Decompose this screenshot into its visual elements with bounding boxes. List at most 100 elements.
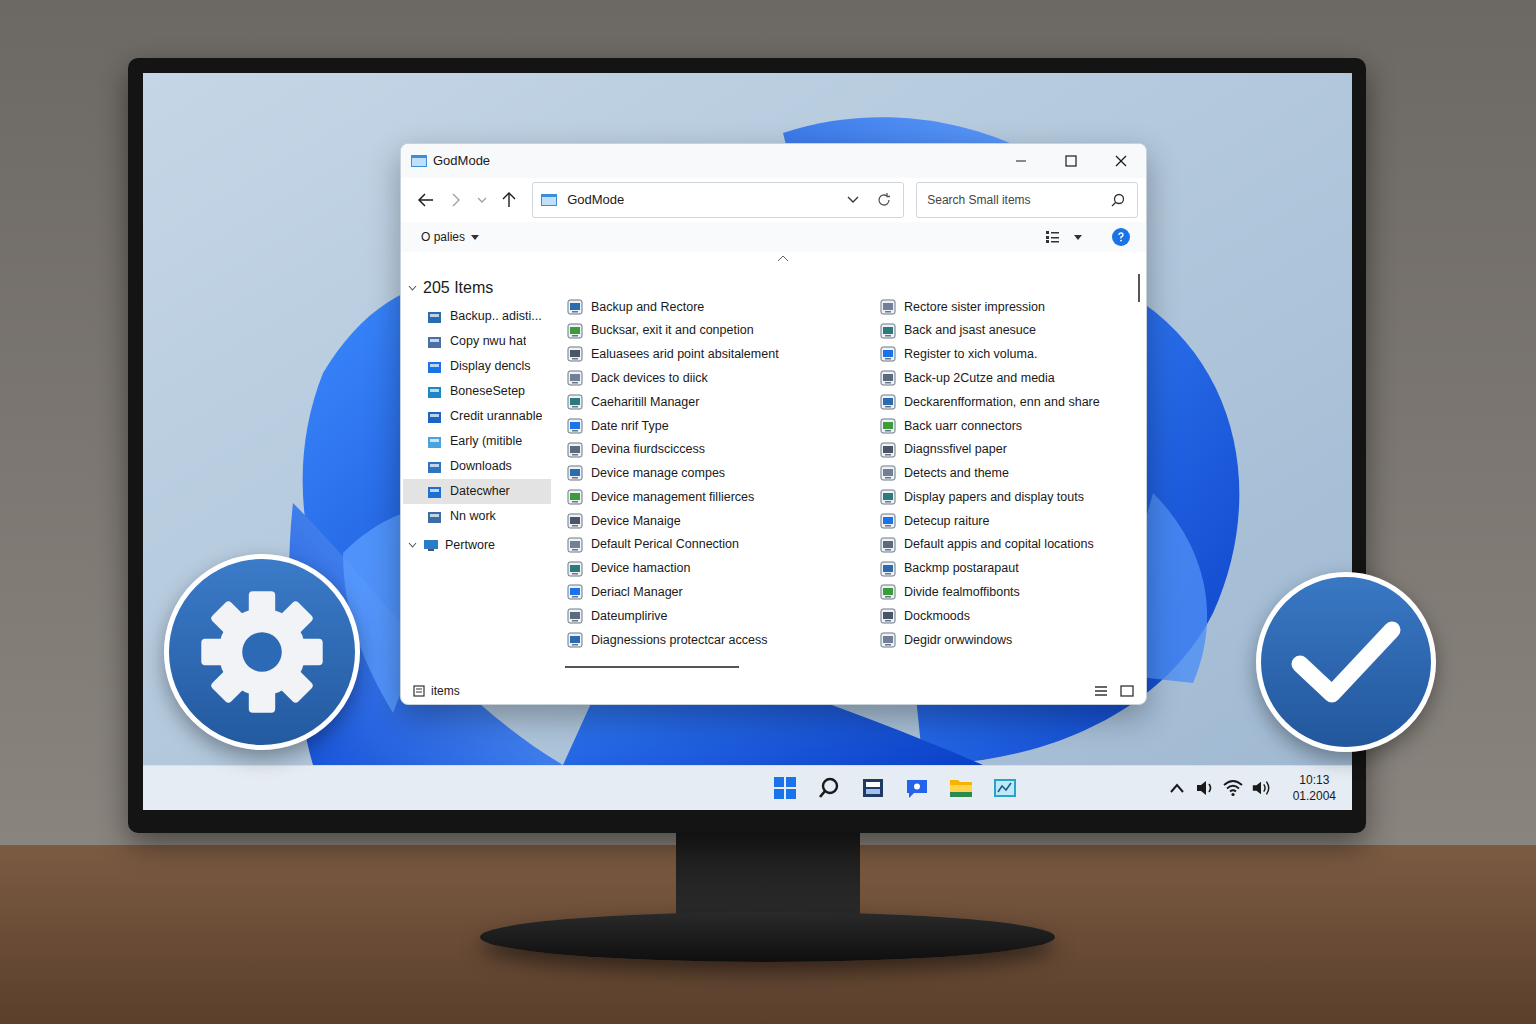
control-panel-item-icon [880, 584, 896, 600]
sidebar-item[interactable]: Nn work [403, 504, 551, 529]
control-panel-item[interactable]: Dockmoods [880, 604, 1134, 628]
settings-badge [164, 554, 360, 750]
control-panel-item[interactable]: Date nrif Type [567, 414, 880, 438]
control-panel-item[interactable]: Register to xich voluma. [880, 343, 1134, 367]
control-panel-item[interactable]: Ealuasees arid point absitalement [567, 343, 880, 367]
taskbar: 10:1301.2004 [143, 765, 1352, 810]
control-panel-item[interactable]: Back uarr connectors [880, 414, 1134, 438]
control-panel-item[interactable]: Devina fiurdsciccess [567, 438, 880, 462]
control-panel-item-icon [567, 323, 583, 339]
control-panel-item[interactable]: Default appis and copital locations [880, 533, 1134, 557]
details-view-icon[interactable] [1094, 685, 1108, 697]
control-panel-item[interactable]: Device Manaige [567, 509, 880, 533]
control-panel-item[interactable]: Deriacl Manager [567, 581, 880, 605]
maximize-icon[interactable] [1046, 144, 1096, 178]
folder-icon[interactable] [949, 776, 973, 800]
control-panel-item[interactable]: Default Perical Connection [567, 533, 880, 557]
expand-chevron-icon[interactable] [407, 283, 417, 293]
control-panel-item-label: Device manage compes [591, 464, 725, 483]
control-panel-item[interactable]: Diagnessions protectcar access [567, 628, 880, 652]
control-panel-item[interactable]: Device management fillierces [567, 485, 880, 509]
help-icon[interactable] [1112, 228, 1130, 246]
control-panel-item-label: Devina fiurdsciccess [591, 440, 705, 459]
folder-icon [426, 334, 442, 350]
sidebar-item[interactable]: Display dencls [403, 354, 551, 379]
search-box[interactable] [916, 182, 1138, 218]
clock-time: 10:13 [1299, 772, 1329, 788]
sidebar-item[interactable]: Copy nwu hat [403, 329, 551, 354]
tray-chevron-icon[interactable] [1167, 778, 1187, 798]
recent-icon[interactable] [475, 189, 491, 211]
control-panel-item[interactable]: Detects and theme [880, 462, 1134, 486]
scrollbar-thumb[interactable] [1138, 274, 1140, 302]
control-panel-item[interactable]: Diagnssfivel paper [880, 438, 1134, 462]
control-panel-item-label: Device hamaction [591, 559, 690, 578]
close-icon[interactable] [1096, 144, 1146, 178]
volume-icon[interactable] [1251, 778, 1271, 798]
control-panel-item[interactable]: Bucksar, exit it and conpetion [567, 319, 880, 343]
control-panel-item[interactable]: Device manage compes [567, 462, 880, 486]
start-icon[interactable] [773, 776, 797, 800]
control-panel-item-icon [880, 489, 896, 505]
control-panel-item[interactable]: Deckarenfformation, enn and share [880, 390, 1134, 414]
task-view-icon[interactable] [861, 776, 885, 800]
dropdown-icon[interactable] [847, 196, 863, 204]
sidebar-item[interactable]: Downloads [403, 454, 551, 479]
minimize-icon[interactable] [996, 144, 1046, 178]
sidebar-item[interactable]: BoneseSetep [403, 379, 551, 404]
control-panel-item-icon [880, 323, 896, 339]
control-panel-item-icon [880, 418, 896, 434]
control-panel-item[interactable]: Caeharitill Manager [567, 390, 880, 414]
control-panel-item-icon [567, 418, 583, 434]
control-panel-item[interactable]: Back-up 2Cutze and media [880, 366, 1134, 390]
control-panel-item[interactable]: Degidr orwwindows [880, 628, 1134, 652]
control-panel-item-icon [567, 442, 583, 458]
sidebar-item[interactable]: Backup.. adisti... [403, 304, 551, 329]
app-icon[interactable] [993, 776, 1017, 800]
control-panel-item[interactable]: Divide fealmoffibonts [880, 581, 1134, 605]
clock[interactable]: 10:1301.2004 [1293, 772, 1336, 804]
control-panel-item[interactable]: Display papers and display touts [880, 485, 1134, 509]
forward-icon[interactable] [445, 189, 467, 211]
toolbar: O palies [401, 222, 1146, 252]
control-panel-item-label: Device Manaige [591, 512, 681, 531]
address-bar[interactable]: GodMode [532, 182, 904, 218]
sidebar-group[interactable]: Pertwore [401, 531, 553, 559]
control-panel-item[interactable]: Dack devices to diick [567, 366, 880, 390]
control-panel-item[interactable]: Backmp postarapaut [880, 557, 1134, 581]
control-panel-item[interactable]: Detecup raiture [880, 509, 1134, 533]
chat-icon[interactable] [905, 776, 929, 800]
folder-icon [426, 409, 442, 425]
title-bar: GodMode [401, 144, 1146, 178]
sidebar-header[interactable]: 205 Items [401, 276, 553, 300]
control-panel-item-label: Detects and theme [904, 464, 1009, 483]
dropdown-icon[interactable] [1074, 235, 1086, 240]
sidebar-item[interactable]: Early (mitible [403, 429, 551, 454]
control-panel-item[interactable]: Device hamaction [567, 557, 880, 581]
wifi-icon[interactable] [1223, 778, 1243, 798]
sidebar-item-label: Downloads [450, 457, 512, 476]
control-panel-item[interactable]: Back and jsast anesuce [880, 319, 1134, 343]
control-panel-item[interactable]: Rectore sister impression [880, 295, 1134, 319]
expand-chevron-icon[interactable] [407, 540, 417, 550]
speaker-icon[interactable] [1195, 778, 1215, 798]
back-icon[interactable] [415, 189, 437, 211]
search-icon[interactable] [817, 776, 841, 800]
sidebar-item[interactable]: Datecwher [403, 479, 551, 504]
control-panel-item[interactable]: Backup and Rectore [567, 295, 880, 319]
refresh-icon[interactable] [873, 193, 895, 207]
control-panel-item-icon [567, 299, 583, 315]
sidebar-item[interactable]: Credit urannable [403, 404, 551, 429]
sort-menu[interactable]: O palies [421, 228, 479, 246]
monitor-base [480, 912, 1055, 962]
search-input[interactable] [927, 191, 1111, 209]
horizontal-scrollbar[interactable] [565, 666, 739, 668]
tiles-view-icon[interactable] [1120, 685, 1134, 697]
vertical-scrollbar[interactable] [1134, 252, 1146, 678]
search-icon[interactable] [1111, 193, 1127, 207]
window-body: 205 Items Backup.. adisti...Copy nwu hat D… [401, 252, 1146, 678]
control-panel-item[interactable]: Dateumplirive [567, 604, 880, 628]
up-icon[interactable] [498, 189, 520, 211]
view-options-icon[interactable] [1046, 231, 1066, 243]
sidebar-item-label: Display dencls [450, 357, 531, 376]
